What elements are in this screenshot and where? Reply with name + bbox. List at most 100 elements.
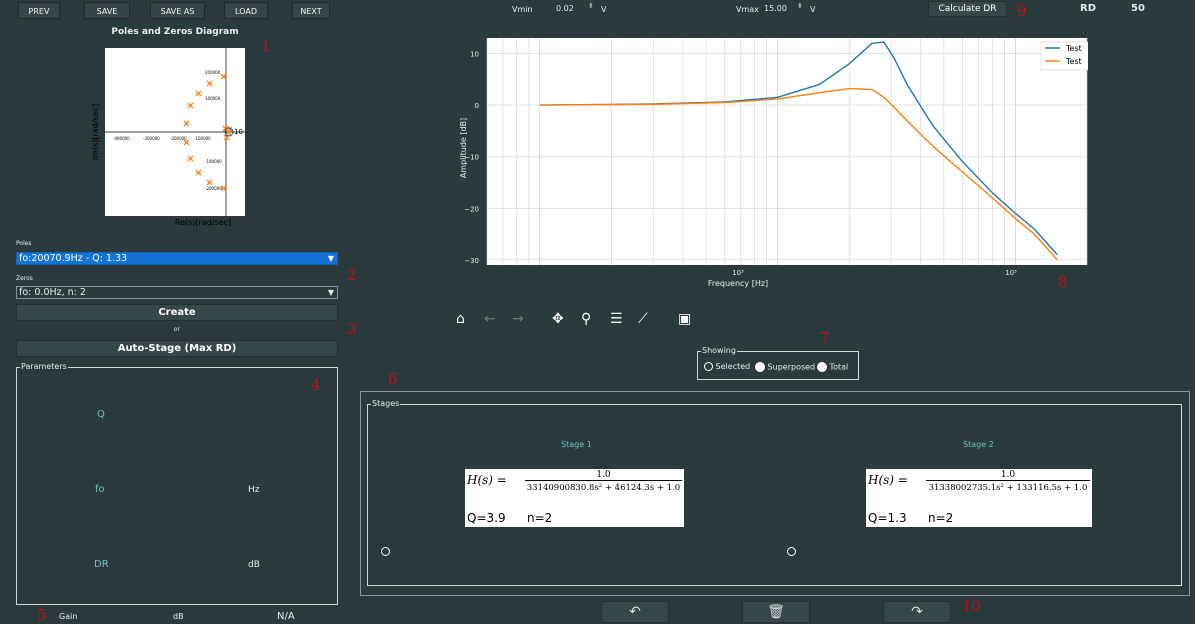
- fraction-bar: [926, 480, 1090, 481]
- chevron-down-icon: ▼: [327, 288, 334, 297]
- x-tick: 10³: [732, 269, 744, 277]
- undo-icon: ↶: [629, 604, 641, 620]
- poles-zeros-plot: -400000 -300000 -200000 -100000 200000 1…: [91, 48, 245, 226]
- marker-1: 1: [261, 37, 271, 55]
- spin-arrows-icon[interactable]: ⬍: [588, 2, 594, 10]
- edit-axis-icon[interactable]: ⟋: [638, 311, 648, 327]
- pz-ytick: 200000: [205, 70, 221, 75]
- forward-arrow-icon[interactable]: →: [512, 311, 524, 327]
- frequency-response-chart: 100−10−20−30 Frequency [Hz] Amplitude [d…: [459, 38, 1088, 288]
- pz-ytick: -100000: [205, 159, 222, 164]
- marker-8: 8: [1058, 273, 1068, 291]
- poles-selected-value: fo:20070.9Hz - Q: 1.33: [19, 253, 128, 264]
- save-button[interactable]: SAVE: [84, 2, 130, 19]
- vmin-unit: V: [601, 5, 607, 14]
- vmin-label: Vmin: [512, 5, 533, 14]
- stage-1-radio[interactable]: [381, 547, 390, 557]
- y-tick: 10: [470, 50, 479, 58]
- vmin-spinbox[interactable]: 0.02: [556, 4, 574, 13]
- stage-2-denominator: 31338002735.1s² + 133116.5s + 1.0: [928, 483, 1088, 493]
- next-button[interactable]: NEXT: [292, 2, 330, 19]
- stage-2-lhs: H(s) =: [868, 473, 908, 487]
- marker-5: 5: [37, 606, 47, 624]
- stages-title: Stages: [371, 399, 401, 408]
- marker-10: 10: [962, 597, 982, 615]
- zeros-label: Zeros: [16, 275, 33, 282]
- legend-entry-1: Test: [1065, 44, 1082, 53]
- load-button[interactable]: LOAD: [224, 2, 268, 19]
- stage-2-radio[interactable]: [787, 547, 796, 557]
- dr-label: DR: [94, 559, 109, 570]
- fraction-bar: [525, 480, 682, 481]
- vmax-spinbox[interactable]: 15.00: [764, 4, 787, 13]
- spin-arrows-icon[interactable]: ⬍: [797, 2, 803, 10]
- radio-superposed-label: Superposed: [767, 362, 816, 372]
- y-tick: −30: [464, 257, 479, 265]
- radio-empty-icon: [704, 362, 713, 371]
- zeros-select[interactable]: fo: 0.0Hz, n: 2 ▼: [16, 286, 338, 299]
- pz-xtick: -300000: [143, 136, 160, 141]
- marker-6: 6: [388, 370, 398, 388]
- y-tick: 0: [475, 102, 479, 110]
- legend-entry-2: Test: [1065, 57, 1082, 66]
- vmax-unit: V: [810, 5, 816, 14]
- radio-filled-icon: [817, 362, 827, 372]
- pan-icon[interactable]: ✥: [552, 311, 564, 327]
- redo-button[interactable]: ↷: [883, 601, 951, 623]
- stage-2-numerator: 1.0: [1000, 470, 1016, 480]
- radio-total[interactable]: Total: [817, 362, 848, 372]
- hz-unit: Hz: [248, 485, 260, 495]
- create-button[interactable]: Create: [16, 304, 338, 321]
- radio-empty-icon: [787, 547, 796, 556]
- gain-unit: dB: [173, 612, 184, 621]
- poles-select[interactable]: fo:20070.9Hz - Q: 1.33 ▼: [16, 252, 338, 265]
- y-tick: −20: [464, 205, 479, 213]
- gain-label: Gain: [59, 612, 78, 621]
- redo-icon: ↷: [911, 604, 923, 620]
- stage-2-n: n=2: [928, 511, 954, 525]
- save-figure-icon[interactable]: ▣: [678, 311, 691, 327]
- stage-1-title: Stage 1: [561, 440, 592, 449]
- marker-7: 7: [820, 329, 830, 347]
- auto-stage-button[interactable]: Auto-Stage (Max RD): [16, 340, 338, 357]
- q-label: Q: [97, 409, 105, 420]
- pz-ytick: -200000: [205, 186, 222, 191]
- rd-value: 50: [1131, 3, 1145, 14]
- stage-1-transfer-function: H(s) = 1.0 33140900830.8s² + 46124.3s + …: [465, 469, 684, 527]
- radio-filled-icon: [755, 362, 765, 372]
- prev-button[interactable]: PREV: [18, 2, 60, 19]
- poles-label: Poles: [16, 240, 32, 247]
- radio-selected[interactable]: Selected: [704, 362, 750, 371]
- rd-label: RD: [1080, 3, 1097, 14]
- radio-total-label: Total: [829, 362, 849, 372]
- pz-title: Poles and Zeros Diagram: [111, 27, 239, 37]
- pz-zero-label: 10: [234, 128, 243, 136]
- marker-4: 4: [311, 376, 321, 394]
- pz-xlabel: Re(s)[rad/sec]: [175, 218, 231, 226]
- x-axis-label: Frequency [Hz]: [708, 279, 768, 288]
- showing-title: Showing: [701, 346, 737, 355]
- zoom-icon[interactable]: ⚲: [581, 311, 591, 327]
- radio-selected-label: Selected: [715, 362, 751, 371]
- pz-ytick: 100000: [205, 96, 221, 101]
- back-arrow-icon[interactable]: ←: [484, 311, 496, 327]
- marker-9: 9: [1017, 2, 1027, 20]
- chevron-down-icon: ▼: [327, 254, 334, 263]
- configure-icon[interactable]: ☰: [610, 311, 623, 327]
- undo-button[interactable]: ↶: [601, 601, 669, 623]
- parameters-title: Parameters: [20, 362, 68, 371]
- stage-1-denominator: 33140900830.8s² + 46124.3s + 1.0: [526, 483, 681, 493]
- home-icon[interactable]: ⌂: [456, 311, 465, 327]
- calculate-dr-button[interactable]: Calculate DR: [928, 1, 1007, 17]
- stage-2-transfer-function: H(s) = 1.0 31338002735.1s² + 133116.5s +…: [866, 469, 1092, 527]
- stage-1-q: Q=3.9: [467, 511, 506, 525]
- stage-1-n: n=2: [527, 511, 553, 525]
- parameters-group: Parameters: [16, 362, 338, 605]
- stage-2-q: Q=1.3: [868, 511, 907, 525]
- zeros-selected-value: fo: 0.0Hz, n: 2: [19, 287, 86, 298]
- save-as-button[interactable]: SAVE AS: [150, 2, 205, 19]
- radio-superposed[interactable]: Superposed: [755, 362, 815, 372]
- vmax-label: Vmax: [736, 5, 759, 14]
- delete-button[interactable]: 🗑: [742, 601, 810, 623]
- marker-2: 2: [347, 266, 357, 284]
